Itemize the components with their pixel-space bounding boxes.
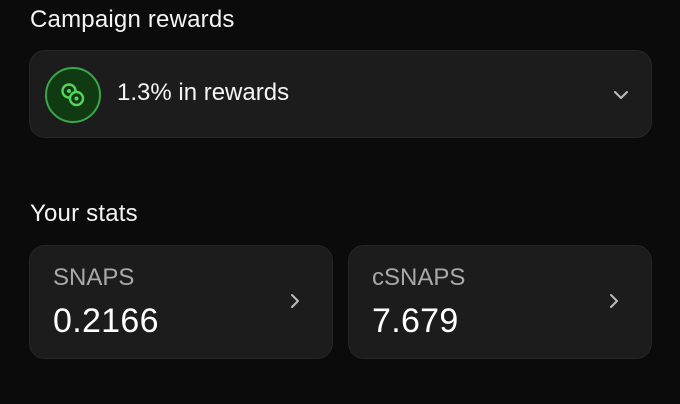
campaign-rewards-card[interactable]: 1.3% in rewards bbox=[29, 50, 652, 138]
chevron-right-icon bbox=[603, 290, 625, 312]
stat-card-csnaps[interactable]: cSNAPS 7.679 bbox=[348, 245, 652, 359]
stat-value: 7.679 bbox=[372, 302, 459, 340]
stat-label: cSNAPS bbox=[372, 264, 466, 291]
stat-label: SNAPS bbox=[53, 264, 135, 291]
chevron-right-icon bbox=[284, 290, 306, 312]
campaign-rewards-title: Campaign rewards bbox=[30, 6, 235, 33]
stat-card-snaps[interactable]: SNAPS 0.2166 bbox=[29, 245, 333, 359]
stat-value: 0.2166 bbox=[53, 302, 159, 340]
coins-icon bbox=[45, 67, 101, 123]
chevron-down-icon[interactable] bbox=[609, 83, 633, 107]
rewards-percentage-text: 1.3% in rewards bbox=[117, 79, 290, 106]
your-stats-title: Your stats bbox=[30, 200, 138, 227]
